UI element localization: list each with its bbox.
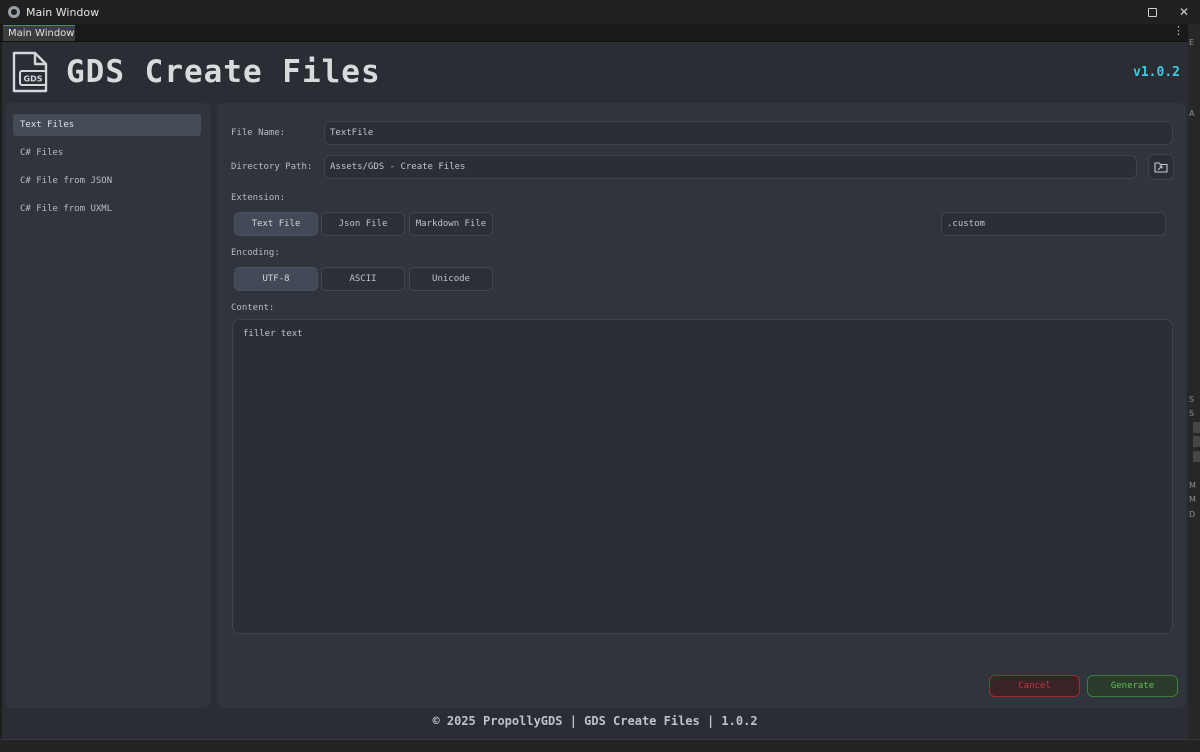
strip-label: S (1189, 409, 1195, 418)
app-icon (8, 6, 20, 18)
generate-button[interactable]: Generate (1087, 675, 1178, 697)
encoding-option-utf8[interactable]: UTF-8 (234, 267, 318, 291)
encoding-option-unicode[interactable]: Unicode (409, 267, 493, 291)
file-name-label: File Name: (231, 128, 286, 138)
window-controls: ✕ (1136, 0, 1200, 24)
custom-extension-input[interactable]: .custom (941, 212, 1166, 236)
directory-path-input[interactable]: Assets/GDS - Create Files (324, 155, 1137, 179)
os-titlebar: Main Window ✕ (0, 0, 1200, 24)
footer-text: © 2025 PropollyGDS | GDS Create Files | … (432, 714, 758, 728)
sidebar: Text Files C# Files C# File from JSON C#… (5, 103, 210, 708)
sidebar-item-text-files[interactable]: Text Files (13, 114, 201, 136)
bottom-edge (0, 739, 1200, 752)
strip-label: E (1189, 38, 1195, 47)
more-menu-icon[interactable]: ⋮ (1173, 24, 1184, 37)
content-textarea[interactable]: filler text (232, 319, 1173, 634)
strip-block (1193, 436, 1200, 447)
close-button[interactable]: ✕ (1168, 0, 1200, 24)
sidebar-item-csharp-files[interactable]: C# Files (13, 142, 201, 164)
encoding-label: Encoding: (231, 248, 280, 258)
maximize-button[interactable] (1136, 0, 1168, 24)
gds-file-logo-icon: GDS (12, 51, 48, 93)
browse-folder-button[interactable] (1148, 154, 1174, 180)
extension-option-markdown-file[interactable]: Markdown File (409, 212, 493, 236)
cancel-button[interactable]: Cancel (989, 675, 1080, 697)
content-panel: File Name: TextFile Directory Path: Asse… (217, 103, 1186, 708)
folder-icon (1154, 162, 1168, 173)
strip-label: S (1189, 395, 1195, 404)
directory-path-label: Directory Path: (231, 162, 313, 172)
strip-label: M (1189, 495, 1196, 504)
strip-label: A (1189, 109, 1195, 118)
background-editor-strip: E A S S M M D (1188, 24, 1200, 751)
extension-label: Extension: (231, 193, 286, 203)
sidebar-item-csharp-from-json[interactable]: C# File from JSON (13, 170, 201, 192)
strip-label: D (1189, 510, 1196, 519)
strip-block (1193, 422, 1200, 433)
version-label: v1.0.2 (1133, 65, 1180, 80)
extension-option-json-file[interactable]: Json File (321, 212, 405, 236)
main-window: GDS GDS Create Files v1.0.2 Text Files C… (2, 42, 1188, 739)
file-name-input[interactable]: TextFile (324, 121, 1173, 145)
sidebar-item-csharp-from-uxml[interactable]: C# File from UXML (13, 198, 201, 220)
strip-label: M (1189, 481, 1196, 490)
strip-block (1193, 451, 1200, 462)
tab-main-window[interactable]: Main Window (3, 25, 75, 41)
content-label: Content: (231, 303, 275, 313)
logo-text: GDS (24, 75, 43, 84)
window-title: Main Window (26, 5, 100, 19)
tab-bar: Main Window ⋮ (0, 24, 1188, 42)
app-title: GDS Create Files (66, 54, 381, 90)
extension-option-text-file[interactable]: Text File (234, 212, 318, 236)
encoding-option-ascii[interactable]: ASCII (321, 267, 405, 291)
